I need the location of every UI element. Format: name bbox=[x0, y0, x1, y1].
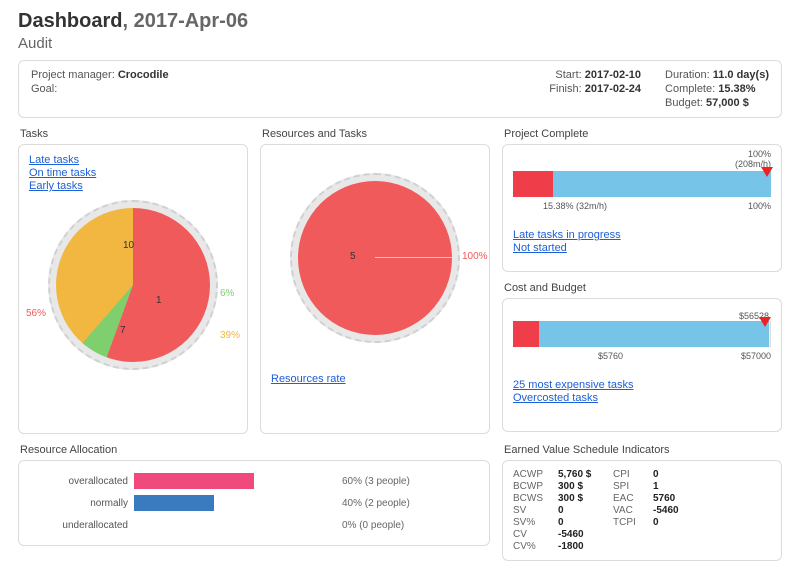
evm-label: BCWP bbox=[513, 481, 558, 492]
budget-value: 57,000 $ bbox=[706, 97, 749, 109]
evm-label bbox=[613, 541, 653, 552]
pie-pct-56: 56% bbox=[26, 308, 46, 319]
alloc-row: overallocated 60% (3 people) bbox=[29, 471, 479, 491]
budget-label: Budget: bbox=[665, 97, 703, 109]
evm-value: 5760 bbox=[653, 493, 708, 504]
evm-value: -5460 bbox=[558, 529, 613, 540]
evm-label: SV% bbox=[513, 517, 558, 528]
pm-value: Crocodile bbox=[118, 69, 169, 81]
alloc-row: underallocated 0% (0 people) bbox=[29, 515, 479, 535]
cost-budget-bar: $56528 $5760 $57000 bbox=[513, 321, 771, 351]
pc-top1: 100% bbox=[748, 149, 771, 159]
evm-label: CV bbox=[513, 529, 558, 540]
evm-value bbox=[653, 529, 708, 540]
evm-label: SPI bbox=[613, 481, 653, 492]
start-label: Start: bbox=[555, 69, 581, 81]
alloc-label: underallocated bbox=[29, 520, 134, 531]
evm-label: VAC bbox=[613, 505, 653, 516]
start-value: 2017-02-10 bbox=[585, 69, 641, 81]
evm-label: SV bbox=[513, 505, 558, 516]
res-pie-pct: 100% bbox=[462, 251, 488, 262]
project-complete-bar: 100% (208m/h) 15.38% (32m/h) 100% bbox=[513, 171, 771, 201]
evm-value: 0 bbox=[653, 517, 708, 528]
header-card: Project manager: Crocodile Goal: Start: … bbox=[18, 60, 782, 118]
title-suffix: , 2017-Apr-06 bbox=[122, 10, 248, 32]
alloc-label: normally bbox=[29, 498, 134, 509]
page-title: Dashboard, 2017-Apr-06 bbox=[18, 10, 782, 33]
link-overcosted-tasks[interactable]: Overcosted tasks bbox=[513, 392, 771, 404]
evm-value: 300 $ bbox=[558, 493, 613, 504]
evm-value: -1800 bbox=[558, 541, 613, 552]
evm-value bbox=[653, 541, 708, 552]
pie-pct-39: 39% bbox=[220, 330, 240, 341]
evm-value: 0 bbox=[653, 469, 708, 480]
evm-label bbox=[613, 529, 653, 540]
link-resources-rate[interactable]: Resources rate bbox=[271, 373, 479, 385]
link-late-in-progress[interactable]: Late tasks in progress bbox=[513, 229, 771, 241]
evm-label: EAC bbox=[613, 493, 653, 504]
evm-panel: ACWP5,760 $CPI0BCWP300 $SPI1BCWS300 $EAC… bbox=[502, 460, 782, 561]
resources-pie-chart: 5 100% bbox=[290, 173, 460, 343]
evm-label: CPI bbox=[613, 469, 653, 480]
cost-budget-title: Cost and Budget bbox=[504, 282, 782, 294]
evm-label: BCWS bbox=[513, 493, 558, 504]
cb-under-left: $5760 bbox=[598, 351, 623, 361]
duration-label: Duration: bbox=[665, 69, 710, 81]
evm-value: 5,760 $ bbox=[558, 469, 613, 480]
link-late-tasks[interactable]: Late tasks bbox=[29, 154, 237, 166]
tasks-pie-chart: 10 1 7 6% 39% 56% bbox=[48, 200, 218, 370]
tasks-panel: Late tasks On time tasks Early tasks 10 … bbox=[18, 144, 248, 434]
project-complete-title: Project Complete bbox=[504, 128, 782, 140]
link-not-started[interactable]: Not started bbox=[513, 242, 771, 254]
complete-value: 15.38% bbox=[718, 83, 755, 95]
duration-value: 11.0 day(s) bbox=[713, 69, 769, 81]
marker-icon bbox=[761, 167, 773, 177]
evm-title: Earned Value Schedule Indicators bbox=[504, 444, 782, 456]
cost-budget-panel: $56528 $5760 $57000 25 most expensive ta… bbox=[502, 298, 782, 432]
resources-panel: 5 100% Resources rate bbox=[260, 144, 490, 434]
link-expensive-tasks[interactable]: 25 most expensive tasks bbox=[513, 379, 771, 391]
alloc-panel: overallocated 60% (3 people) normally 40% (… bbox=[18, 460, 490, 546]
alloc-title: Resource Allocation bbox=[20, 444, 490, 456]
finish-value: 2017-02-24 bbox=[585, 83, 641, 95]
cb-under-right: $57000 bbox=[741, 351, 771, 361]
pm-label: Project manager: bbox=[31, 69, 115, 81]
tasks-title: Tasks bbox=[20, 128, 248, 140]
alloc-info: 60% (3 people) bbox=[334, 476, 410, 487]
evm-value: 0 bbox=[558, 505, 613, 516]
alloc-info: 40% (2 people) bbox=[334, 498, 410, 509]
evm-value: 0 bbox=[558, 517, 613, 528]
project-complete-panel: 100% (208m/h) 15.38% (32m/h) 100% Late t… bbox=[502, 144, 782, 272]
title-bold: Dashboard bbox=[18, 10, 122, 32]
alloc-bar bbox=[134, 495, 214, 511]
complete-label: Complete: bbox=[665, 83, 715, 95]
alloc-bar bbox=[134, 473, 254, 489]
res-pie-val: 5 bbox=[350, 251, 356, 262]
goal-label: Goal: bbox=[31, 83, 57, 95]
marker-icon bbox=[759, 317, 771, 327]
evm-value: 1 bbox=[653, 481, 708, 492]
pc-under-right: 100% bbox=[748, 201, 771, 211]
evm-value: 300 $ bbox=[558, 481, 613, 492]
resources-title: Resources and Tasks bbox=[262, 128, 490, 140]
evm-value: -5460 bbox=[653, 505, 708, 516]
alloc-row: normally 40% (2 people) bbox=[29, 493, 479, 513]
pie-val-7: 7 bbox=[120, 325, 126, 336]
subtitle: Audit bbox=[18, 35, 782, 52]
finish-label: Finish: bbox=[549, 83, 581, 95]
pie-val-1: 1 bbox=[156, 295, 162, 306]
evm-label: ACWP bbox=[513, 469, 558, 480]
pie-val-10: 10 bbox=[123, 240, 134, 251]
pie-pct-6: 6% bbox=[220, 288, 234, 299]
alloc-info: 0% (0 people) bbox=[334, 520, 404, 531]
evm-label: TCPI bbox=[613, 517, 653, 528]
alloc-label: overallocated bbox=[29, 476, 134, 487]
link-early-tasks[interactable]: Early tasks bbox=[29, 180, 237, 192]
pc-under-left: 15.38% (32m/h) bbox=[543, 201, 607, 211]
link-on-time-tasks[interactable]: On time tasks bbox=[29, 167, 237, 179]
evm-label: CV% bbox=[513, 541, 558, 552]
